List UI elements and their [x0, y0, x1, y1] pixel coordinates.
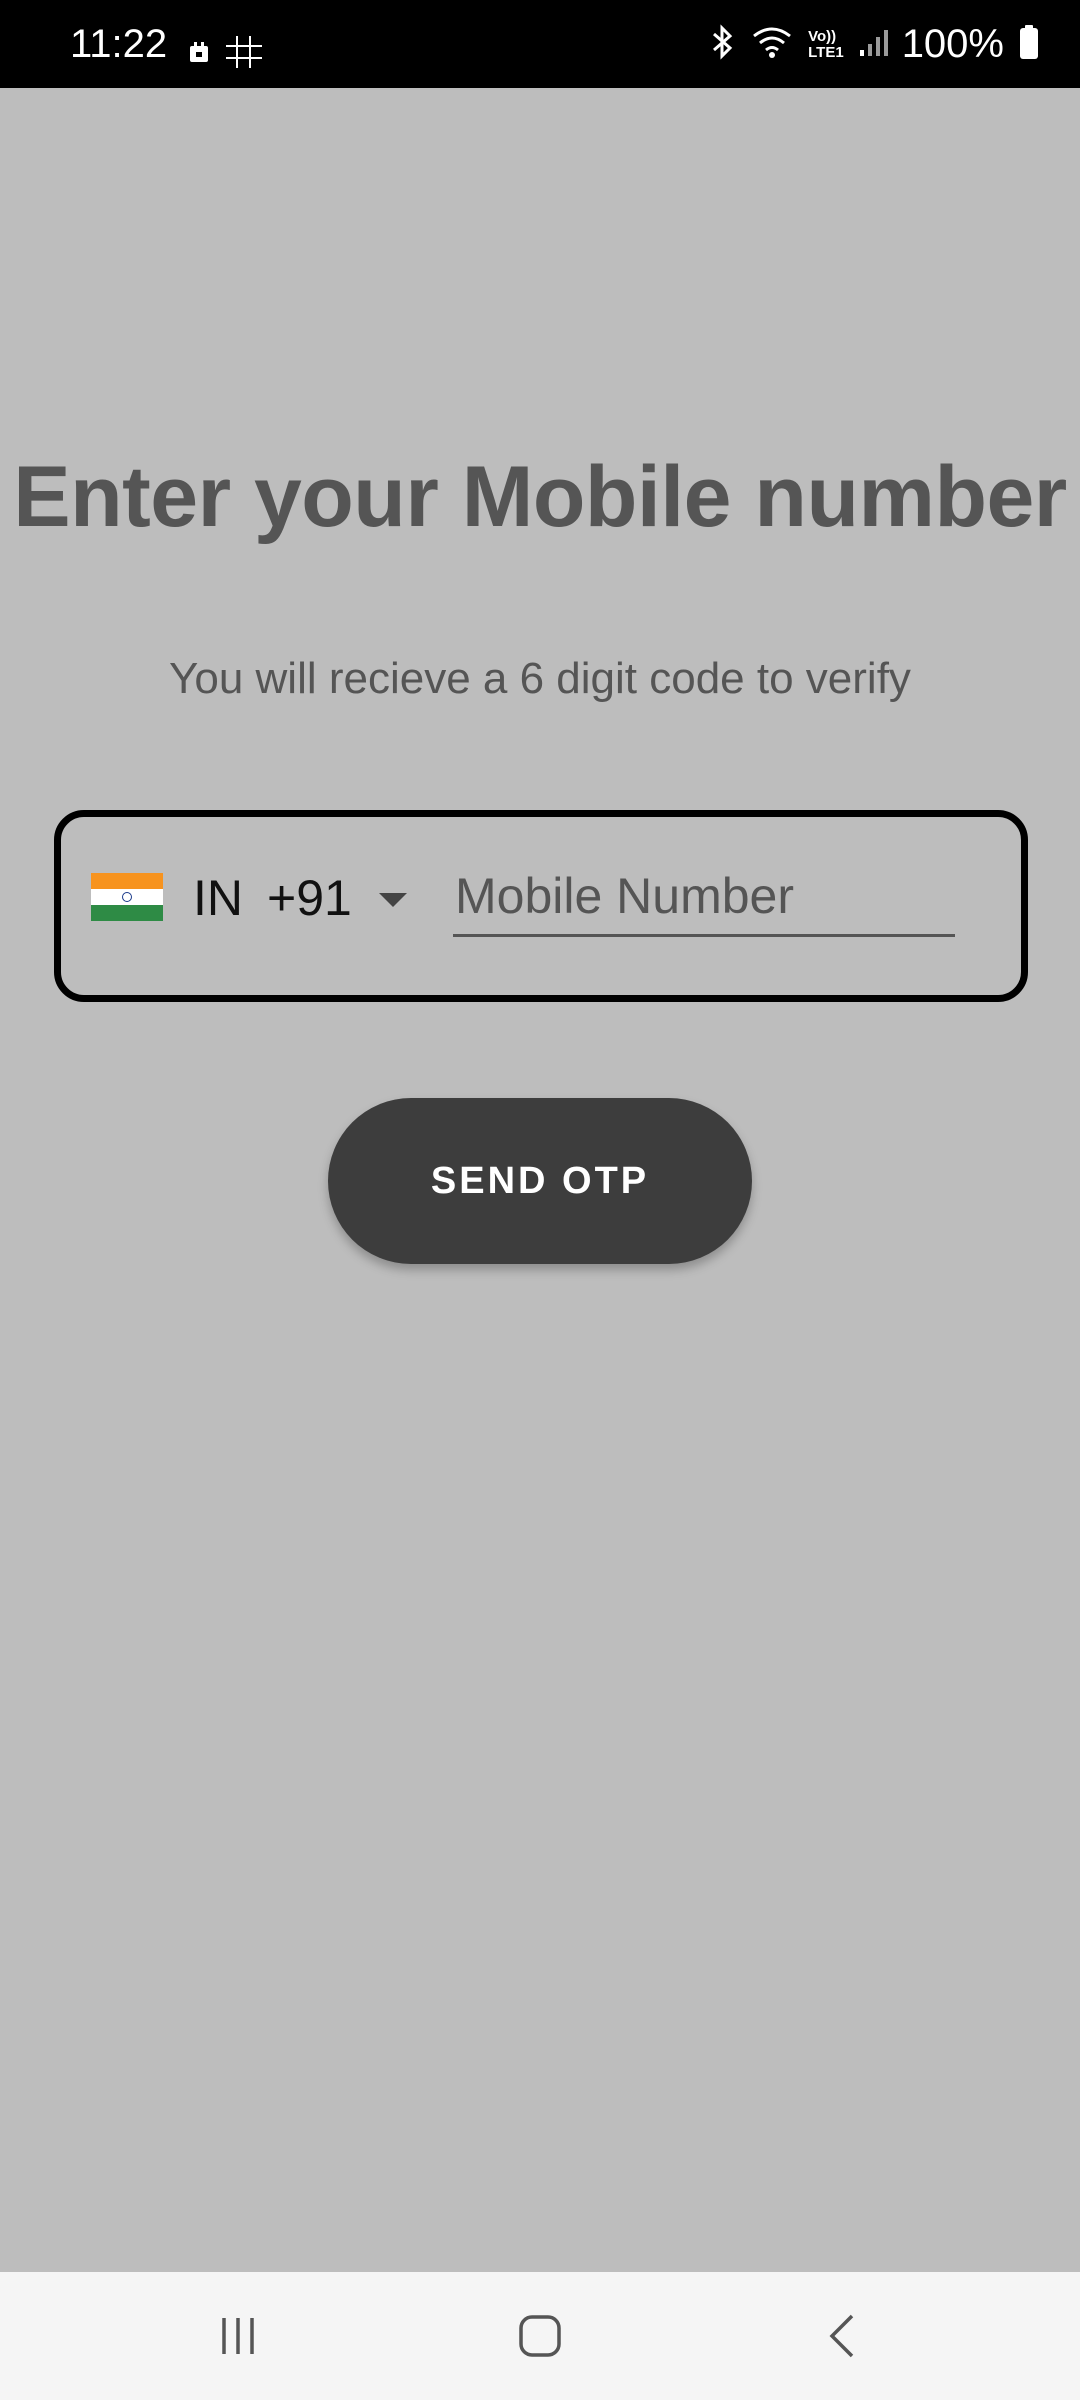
grid-game-icon: [224, 34, 264, 75]
subtitle: You will recieve a 6 digit code to verif…: [169, 654, 911, 703]
phone-input-container: IN +91: [54, 810, 1028, 1002]
status-bar: 11:22 Vo)) LTE1 100%: [0, 0, 1080, 88]
wifi-icon: [750, 24, 794, 65]
dial-code: +91: [267, 870, 352, 926]
flag-saffron-band: [91, 873, 163, 889]
country-iso: IN: [193, 870, 243, 926]
page-title: Enter your Mobile number: [13, 449, 1067, 545]
volte-icon: Vo)) LTE1: [808, 27, 844, 61]
status-time: 11:22: [70, 22, 168, 66]
chevron-down-icon[interactable]: [379, 893, 407, 907]
status-left-icons: [188, 34, 264, 75]
recents-icon[interactable]: [208, 2306, 268, 2366]
navigation-bar: [0, 2272, 1080, 2400]
screen: 11:22 Vo)) LTE1 100% Enter your Mobile n…: [0, 0, 1080, 2400]
volte-label-bottom: LTE1: [808, 43, 844, 61]
status-right-icons: Vo)) LTE1 100%: [708, 22, 1040, 67]
flag-green-band: [91, 905, 163, 921]
volte-label-top: Vo)): [808, 27, 837, 45]
battery-percent: 100%: [901, 22, 1004, 66]
flag-white-band: [91, 889, 163, 905]
home-icon[interactable]: [510, 2306, 570, 2366]
country-code-picker[interactable]: IN +91: [193, 869, 352, 927]
flag-chakra: [122, 892, 132, 902]
bluetooth-icon: [708, 24, 736, 65]
battery-icon: [1018, 24, 1040, 65]
india-flag-icon[interactable]: [91, 873, 163, 921]
back-icon[interactable]: [812, 2306, 872, 2366]
signal-icon: [858, 26, 888, 63]
send-otp-button[interactable]: SEND OTP: [328, 1098, 752, 1264]
calendar-icon: [188, 40, 210, 69]
mobile-number-input[interactable]: [453, 857, 955, 937]
